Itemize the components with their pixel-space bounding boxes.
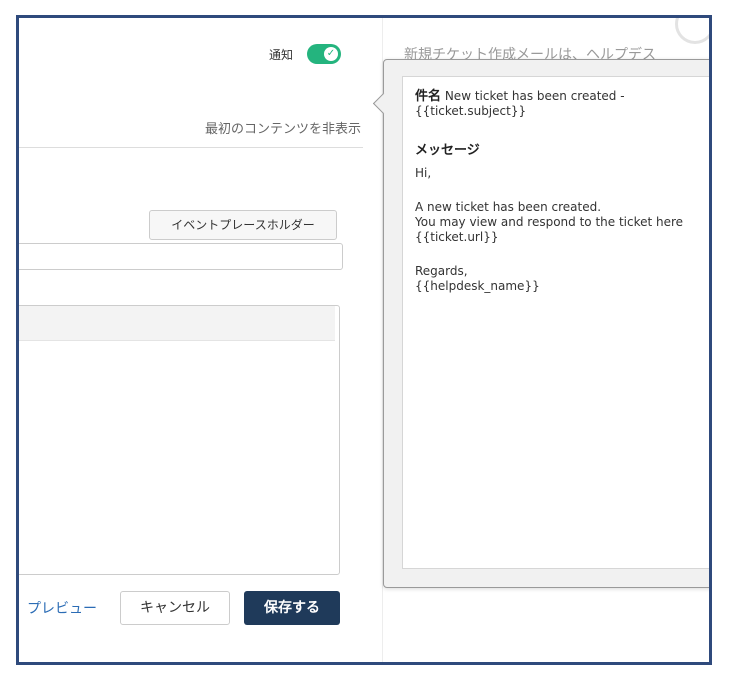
editor-toolbar [19, 306, 335, 341]
subject-line: 件名 New ticket has been created - {{ticke… [415, 89, 709, 119]
subject-text: New ticket has been created - {{ticket.s… [415, 89, 625, 118]
message-line: Regards, [415, 264, 468, 278]
preview-link[interactable]: プレビュー [27, 598, 97, 618]
message-line: You may view and respond to the ticket h… [415, 215, 684, 244]
message-label: メッセージ [415, 143, 480, 158]
popover-arrow [372, 92, 395, 115]
screenshot-frame: 通知 ✓ 最初のコンテンツを非表示 イベントプレースホルダー プレビュー キャン… [16, 15, 712, 665]
message-line: {{helpdesk_name}} [415, 279, 540, 293]
save-button[interactable]: 保存する [244, 591, 340, 625]
message-editor[interactable] [19, 305, 340, 575]
notify-label: 通知 [269, 48, 294, 62]
message-line [415, 245, 709, 264]
message-line: A new ticket has been created. [415, 200, 602, 214]
message-line [415, 181, 709, 200]
hide-first-content-link[interactable]: 最初のコンテンツを非表示 [205, 118, 361, 137]
template-preview: 件名 New ticket has been created - {{ticke… [402, 76, 709, 569]
message-line: Hi, [415, 166, 432, 180]
event-placeholder-button[interactable]: イベントプレースホルダー [149, 210, 337, 240]
email-template-popover: 件名 New ticket has been created - {{ticke… [372, 59, 709, 588]
subject-input[interactable] [19, 243, 343, 270]
notify-toggle[interactable]: ✓ [307, 44, 341, 64]
help-circle-icon[interactable] [675, 18, 709, 44]
cancel-button[interactable]: キャンセル [120, 591, 230, 625]
check-icon: ✓ [324, 47, 338, 61]
subject-label: 件名 [415, 89, 442, 104]
section-divider [19, 147, 363, 148]
